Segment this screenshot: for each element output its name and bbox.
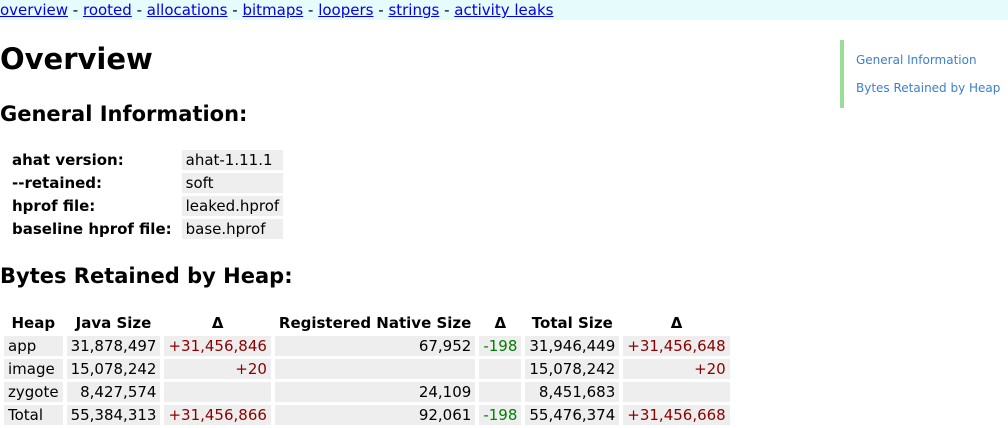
nav-separator: - [307, 1, 314, 19]
total-delta-cell [623, 382, 730, 402]
total-size-cell: 31,946,449 [525, 336, 620, 356]
column-header-java-delta: Δ [211, 314, 224, 332]
java-delta-cell: +31,456,846 [164, 336, 271, 356]
info-value: soft [181, 173, 284, 193]
table-of-contents: General Information Bytes Retained by He… [840, 40, 1008, 108]
total-size-cell: 55,476,374 [525, 405, 620, 425]
native-size-cell: 24,109 [274, 382, 476, 402]
total-size-cell: 8,451,683 [525, 382, 620, 402]
heap-name-cell: zygote [4, 382, 63, 402]
heap-name-cell: Total [4, 405, 63, 425]
column-header-heap: Heap [11, 314, 56, 332]
info-value: ahat-1.11.1 [181, 150, 284, 170]
section-heading-general-information: General Information: [0, 102, 248, 126]
column-header-native-size: Registered Native Size [278, 314, 472, 332]
section-heading-bytes-retained-by-heap: Bytes Retained by Heap: [0, 264, 293, 288]
nav-link-bitmaps[interactable]: bitmaps [242, 1, 303, 19]
nav-link-loopers[interactable]: loopers [318, 1, 373, 19]
top-nav-menu: overview - rooted - allocations - bitmap… [0, 0, 1008, 20]
info-value: leaked.hprof [181, 196, 284, 216]
native-delta-cell [479, 382, 522, 402]
table-row: app 31,878,497 +31,456,846 67,952 -198 3… [4, 336, 730, 356]
info-key: ahat version: [12, 151, 124, 169]
info-row: ahat version: ahat-1.11.1 [8, 150, 284, 170]
toc-link-general-information[interactable]: General Information [856, 46, 1008, 74]
info-row: hprof file: leaked.hprof [8, 196, 284, 216]
native-delta-cell: -198 [479, 336, 522, 356]
nav-separator: - [232, 1, 238, 19]
nav-link-allocations[interactable]: allocations [147, 1, 228, 19]
total-size-cell: 15,078,242 [525, 359, 620, 379]
table-header-row: Heap Java Size Δ Registered Native Size … [4, 313, 730, 333]
heap-name-cell: app [4, 336, 63, 356]
info-row: baseline hprof file: base.hprof [8, 219, 284, 239]
column-header-total-delta: Δ [670, 314, 683, 332]
java-size-cell: 15,078,242 [66, 359, 161, 379]
java-delta-cell [164, 382, 271, 402]
native-size-cell: 92,061 [274, 405, 476, 425]
native-size-cell [274, 359, 476, 379]
column-header-java-size: Java Size [75, 314, 152, 332]
toc-link-bytes-retained-by-heap[interactable]: Bytes Retained by Heap [856, 74, 1008, 102]
total-delta-cell: +20 [623, 359, 730, 379]
column-header-native-delta: Δ [494, 314, 507, 332]
java-size-cell: 55,384,313 [66, 405, 161, 425]
nav-separator: - [136, 1, 143, 19]
total-delta-cell: +31,456,648 [623, 336, 730, 356]
table-row: zygote 8,427,574 24,109 8,451,683 [4, 382, 730, 402]
column-header-total-size: Total Size [531, 314, 613, 332]
heap-size-table: Heap Java Size Δ Registered Native Size … [0, 310, 734, 428]
info-key: --retained: [12, 174, 103, 192]
nav-separator: - [444, 1, 450, 19]
info-row: --retained: soft [8, 173, 284, 193]
native-size-cell: 67,952 [274, 336, 476, 356]
page-title: Overview [0, 42, 153, 76]
general-info-table: ahat version: ahat-1.11.1 --retained: so… [4, 147, 287, 242]
java-delta-cell: +20 [164, 359, 271, 379]
java-size-cell: 8,427,574 [66, 382, 161, 402]
nav-link-overview[interactable]: overview [0, 1, 68, 19]
nav-link-rooted[interactable]: rooted [83, 1, 132, 19]
native-delta-cell [479, 359, 522, 379]
native-delta-cell: -198 [479, 405, 522, 425]
heap-name-cell: image [4, 359, 63, 379]
info-value: base.hprof [181, 219, 284, 239]
nav-separator: - [72, 1, 79, 19]
table-row: image 15,078,242 +20 15,078,242 +20 [4, 359, 730, 379]
total-delta-cell: +31,456,668 [623, 405, 730, 425]
nav-separator: - [378, 1, 384, 19]
java-delta-cell: +31,456,866 [164, 405, 271, 425]
nav-link-activity-leaks[interactable]: activity leaks [454, 1, 553, 19]
java-size-cell: 31,878,497 [66, 336, 161, 356]
nav-link-strings[interactable]: strings [388, 1, 439, 19]
info-key: hprof file: [12, 197, 96, 215]
table-row: Total 55,384,313 +31,456,866 92,061 -198… [4, 405, 730, 425]
info-key: baseline hprof file: [12, 220, 172, 238]
